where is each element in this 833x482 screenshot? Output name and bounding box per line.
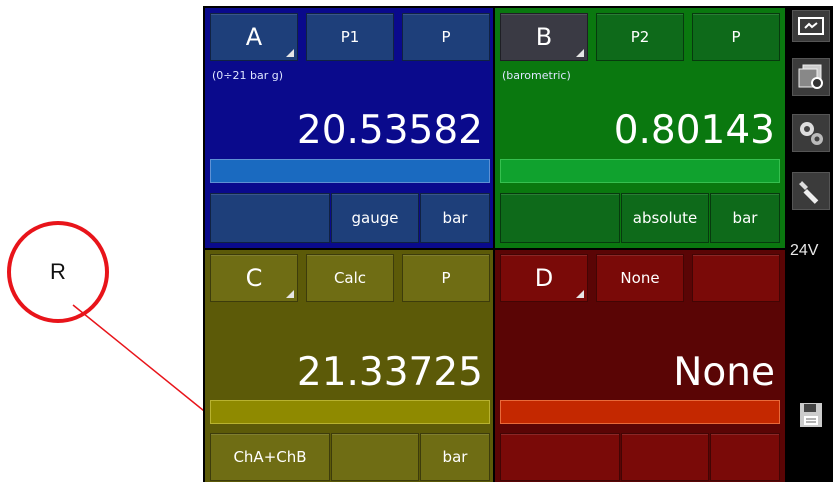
channel-d-source-button[interactable]: None [596, 254, 684, 302]
channel-a-type-label: gauge [351, 209, 399, 227]
power-icon[interactable] [792, 10, 830, 42]
channel-c-panel: C Calc P 21.33725 ChA+ChB bar [205, 250, 493, 482]
channel-b-type-button[interactable]: absolute [621, 193, 709, 243]
channel-b-source-button[interactable]: P2 [596, 13, 684, 61]
channel-b-mode-button[interactable]: P [692, 13, 780, 61]
channel-c-type-button[interactable] [331, 433, 419, 481]
gears-icon[interactable] [792, 114, 830, 152]
channel-d-bottom-button-1[interactable] [500, 433, 620, 481]
channel-d-value: None [673, 350, 775, 395]
channel-c-formula-button[interactable]: ChA+ChB [210, 433, 330, 481]
channel-b-level-bar [500, 159, 780, 183]
channel-d-panel: D None None [495, 250, 785, 482]
channel-a-panel: A P1 P (0÷21 bar g) 20.53582 gauge bar [205, 8, 493, 248]
channel-c-select-button[interactable]: C [210, 254, 298, 302]
channel-c-letter: C [245, 264, 263, 292]
channel-c-source: Calc [333, 269, 367, 287]
channel-a-unit-button[interactable]: bar [420, 193, 490, 243]
channel-a-mode: P [441, 28, 451, 46]
channel-c-value: 21.33725 [296, 350, 483, 395]
channel-c-unit-label: bar [442, 448, 468, 466]
channel-a-select-button[interactable]: A [210, 13, 298, 61]
channel-a-source: P1 [340, 28, 360, 46]
channel-b-range: (barometric) [502, 69, 571, 82]
channel-d-mode-button[interactable] [692, 254, 780, 302]
channel-d-bottom-button-2[interactable] [621, 433, 709, 481]
wrench-icon[interactable] [792, 172, 830, 210]
channel-c-mode: P [441, 269, 451, 287]
channel-a-value: 20.53582 [296, 108, 483, 153]
channel-b-value: 0.80143 [613, 108, 775, 153]
channel-a-letter: A [245, 23, 263, 51]
sidebar: 24V [788, 6, 833, 482]
channel-b-mode: P [731, 28, 741, 46]
channel-c-mode-button[interactable]: P [402, 254, 490, 302]
channel-b-source: P2 [630, 28, 650, 46]
channel-b-unit-label: bar [732, 209, 758, 227]
channel-d-letter: D [534, 264, 554, 292]
channel-c-unit-button[interactable]: bar [420, 433, 490, 481]
instrument-screen: A P1 P (0÷21 bar g) 20.53582 gauge bar B… [203, 6, 833, 482]
channel-b-unit-button[interactable]: bar [710, 193, 780, 243]
channel-d-bottom-button-3[interactable] [710, 433, 780, 481]
channel-d-select-button[interactable]: D [500, 254, 588, 302]
channel-a-source-button[interactable]: P1 [306, 13, 394, 61]
channel-c-level-bar [210, 400, 490, 424]
channel-c-formula-label: ChA+ChB [233, 448, 307, 466]
channel-d-level-bar [500, 400, 780, 424]
channel-b-panel: B P2 P (barometric) 0.80143 absolute bar [495, 8, 785, 248]
channel-b-bottom-button-1[interactable] [500, 193, 620, 243]
channel-a-range: (0÷21 bar g) [212, 69, 284, 82]
channel-b-letter: B [535, 23, 553, 51]
channel-b-type-label: absolute [632, 209, 698, 227]
save-icon[interactable] [792, 396, 830, 434]
window-settings-icon[interactable] [792, 58, 830, 96]
channel-a-type-button[interactable]: gauge [331, 193, 419, 243]
channel-d-source: None [620, 269, 660, 287]
channel-c-source-button[interactable]: Calc [306, 254, 394, 302]
channel-b-select-button[interactable]: B [500, 13, 588, 61]
voltage-indicator[interactable]: 24V [790, 242, 818, 260]
channel-a-mode-button[interactable]: P [402, 13, 490, 61]
channel-a-unit-label: bar [442, 209, 468, 227]
channel-a-level-bar [210, 159, 490, 183]
channel-a-bottom-button-1[interactable] [210, 193, 330, 243]
